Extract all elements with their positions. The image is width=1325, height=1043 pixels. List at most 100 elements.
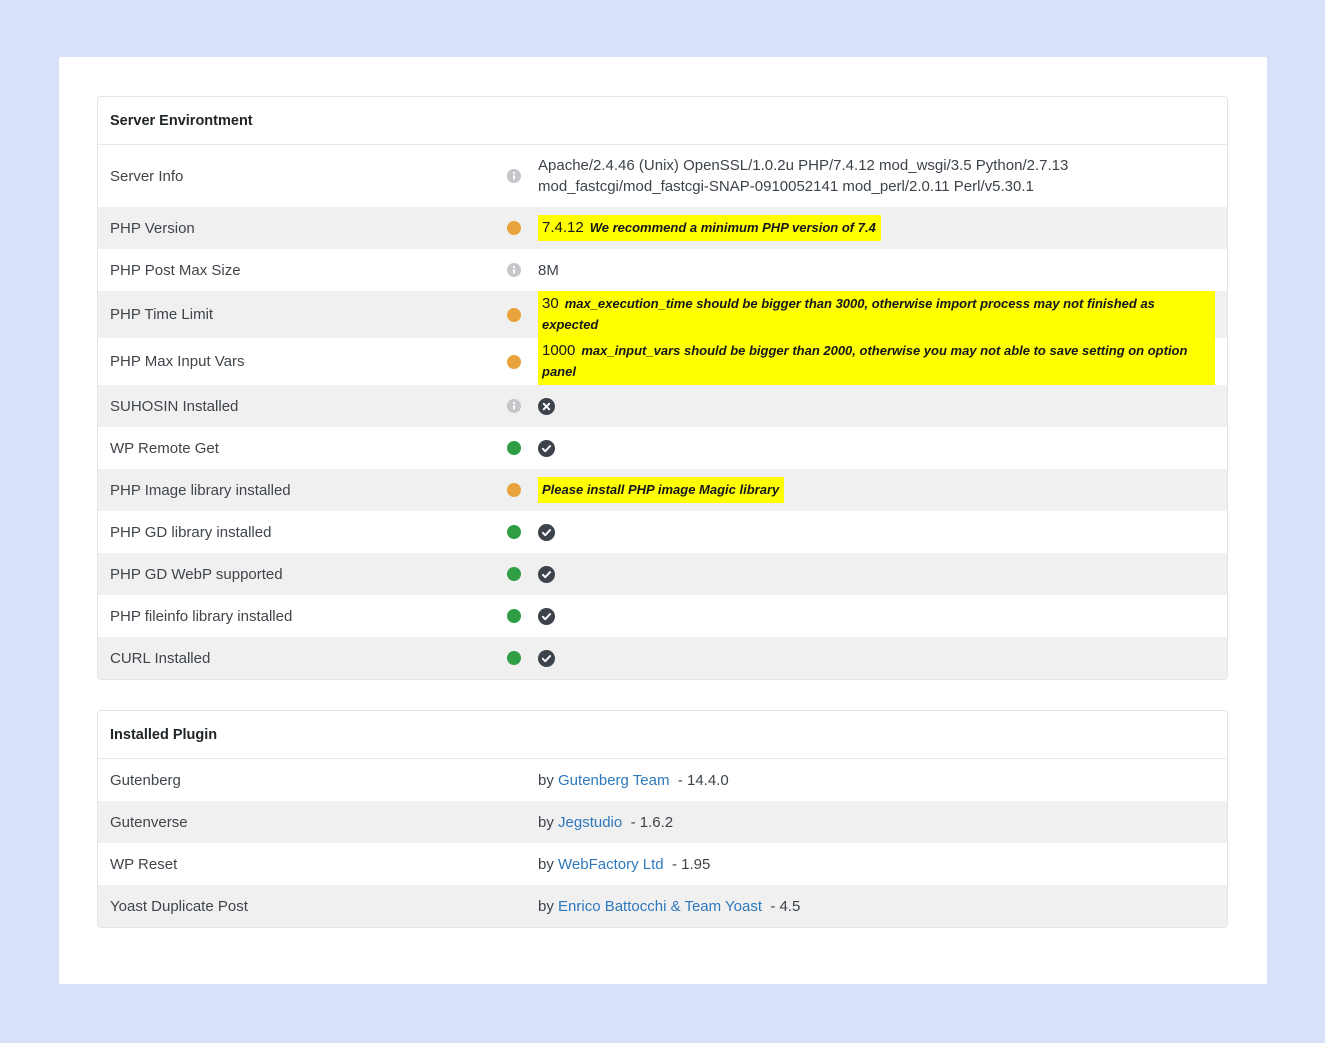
plugin-meta: by Gutenberg Team - 14.4.0 xyxy=(498,772,1227,789)
server-row-php-time-limit: PHP Time Limit 30max_execution_time shoul… xyxy=(98,291,1227,338)
value-text: 8M xyxy=(538,262,559,279)
plugin-author-link[interactable]: Gutenberg Team xyxy=(558,772,669,789)
cross-circle-icon xyxy=(538,398,1215,415)
row-value: Please install PHP image Magic library xyxy=(530,477,1227,503)
row-label: PHP GD library installed xyxy=(98,524,498,541)
server-row-server-info: Server Info Apache/2.4.46 (Unix) OpenSSL/… xyxy=(98,145,1227,207)
warning-text: We recommend a minimum PHP version of 7.… xyxy=(590,220,876,235)
ok-dot-icon xyxy=(507,609,521,623)
highlighted-warning: 1000max_input_vars should be bigger than… xyxy=(538,338,1215,385)
row-status xyxy=(498,308,530,322)
plugin-by-label: by xyxy=(538,898,554,915)
installed-plugin-rows: Gutenbergby Gutenberg Team - 14.4.0Guten… xyxy=(98,759,1227,927)
row-label: PHP Max Input Vars xyxy=(98,353,498,370)
server-row-php-gd-webp-supported: PHP GD WebP supported xyxy=(98,553,1227,595)
plugin-name: WP Reset xyxy=(98,856,498,873)
plugin-name: Gutenverse xyxy=(98,814,498,831)
value-text: 30 xyxy=(542,295,559,312)
row-value xyxy=(530,608,1227,625)
plugin-by-label: by xyxy=(538,814,554,831)
plugin-row-yoast-duplicate-post: Yoast Duplicate Postby Enrico Battocchi … xyxy=(98,885,1227,927)
plugin-by-label: by xyxy=(538,856,554,873)
value-text: Apache/2.4.46 (Unix) OpenSSL/1.0.2u PHP/… xyxy=(538,157,1068,195)
server-environment-title: Server Environtment xyxy=(98,97,1227,145)
row-status xyxy=(498,263,530,277)
warning-text: Please install PHP image Magic library xyxy=(542,482,779,497)
ok-dot-icon xyxy=(507,567,521,581)
plugin-version: - 1.95 xyxy=(664,856,711,873)
plugin-by-label: by xyxy=(538,772,554,789)
row-status xyxy=(498,221,530,235)
plugin-version: - 14.4.0 xyxy=(669,772,728,789)
row-status xyxy=(498,609,530,623)
row-status xyxy=(498,399,530,413)
plugin-row-wp-reset: WP Resetby WebFactory Ltd - 1.95 xyxy=(98,843,1227,885)
check-circle-icon xyxy=(538,524,1215,541)
row-label: PHP Time Limit xyxy=(98,306,498,323)
info-icon xyxy=(507,263,521,277)
row-label: PHP Version xyxy=(98,220,498,237)
row-label: PHP fileinfo library installed xyxy=(98,608,498,625)
row-value: 7.4.12 We recommend a minimum PHP version… xyxy=(530,215,1227,241)
plugin-version: - 4.5 xyxy=(762,898,800,915)
ok-dot-icon xyxy=(507,525,521,539)
value-text: 7.4.12 xyxy=(542,219,584,236)
warning-text: max_execution_time should be bigger than… xyxy=(542,296,1155,332)
row-value xyxy=(530,650,1227,667)
plugin-row-gutenberg: Gutenbergby Gutenberg Team - 14.4.0 xyxy=(98,759,1227,801)
ok-dot-icon xyxy=(507,441,521,455)
server-row-php-image-library-installed: PHP Image library installed Please instal… xyxy=(98,469,1227,511)
row-status xyxy=(498,567,530,581)
plugin-author-link[interactable]: WebFactory Ltd xyxy=(558,856,664,873)
row-value xyxy=(530,524,1227,541)
server-environment-panel: Server Environtment Server Info Apache/2.… xyxy=(97,96,1228,680)
warning-dot-icon xyxy=(507,308,521,322)
warning-dot-icon xyxy=(507,221,521,235)
warning-dot-icon xyxy=(507,355,521,369)
row-label: Server Info xyxy=(98,168,498,185)
plugin-row-gutenverse: Gutenverseby Jegstudio - 1.6.2 xyxy=(98,801,1227,843)
plugin-name: Gutenberg xyxy=(98,772,498,789)
server-row-suhosin-installed: SUHOSIN Installed xyxy=(98,385,1227,427)
status-card: Server Environtment Server Info Apache/2.… xyxy=(59,57,1267,984)
server-row-php-gd-library-installed: PHP GD library installed xyxy=(98,511,1227,553)
server-row-php-version: PHP Version 7.4.12 We recommend a minimum … xyxy=(98,207,1227,249)
check-circle-icon xyxy=(538,566,1215,583)
row-value: Apache/2.4.46 (Unix) OpenSSL/1.0.2u PHP/… xyxy=(530,155,1227,197)
check-circle-icon xyxy=(538,440,1215,457)
server-row-php-post-max-size: PHP Post Max Size 8M xyxy=(98,249,1227,291)
plugin-name: Yoast Duplicate Post xyxy=(98,898,498,915)
plugin-author-link[interactable]: Enrico Battocchi & Team Yoast xyxy=(558,898,762,915)
server-row-wp-remote-get: WP Remote Get xyxy=(98,427,1227,469)
row-status xyxy=(498,525,530,539)
server-row-php-fileinfo-library-installed: PHP fileinfo library installed xyxy=(98,595,1227,637)
page-background: { "colors": { "page_bg": "#d8e1fa", "car… xyxy=(0,0,1325,1043)
installed-plugin-panel: Installed Plugin Gutenbergby Gutenberg T… xyxy=(97,710,1228,928)
check-circle-icon xyxy=(538,608,1215,625)
warning-text: max_input_vars should be bigger than 200… xyxy=(542,343,1187,379)
info-icon xyxy=(507,169,521,183)
row-label: SUHOSIN Installed xyxy=(98,398,498,415)
highlighted-warning: Please install PHP image Magic library xyxy=(538,477,784,503)
plugin-meta: by WebFactory Ltd - 1.95 xyxy=(498,856,1227,873)
row-label: WP Remote Get xyxy=(98,440,498,457)
check-circle-icon xyxy=(538,650,1215,667)
row-label: PHP Post Max Size xyxy=(98,262,498,279)
plugin-author-link[interactable]: Jegstudio xyxy=(558,814,622,831)
row-label: CURL Installed xyxy=(98,650,498,667)
row-status xyxy=(498,483,530,497)
value-text: 1000 xyxy=(542,342,575,359)
ok-dot-icon xyxy=(507,651,521,665)
row-status xyxy=(498,355,530,369)
highlighted-warning: 7.4.12 We recommend a minimum PHP version… xyxy=(538,215,881,241)
row-status xyxy=(498,441,530,455)
row-status xyxy=(498,651,530,665)
plugin-meta: by Enrico Battocchi & Team Yoast - 4.5 xyxy=(498,898,1227,915)
row-value xyxy=(530,440,1227,457)
highlighted-warning: 30max_execution_time should be bigger th… xyxy=(538,291,1215,338)
row-label: PHP Image library installed xyxy=(98,482,498,499)
installed-plugin-title: Installed Plugin xyxy=(98,711,1227,759)
warning-dot-icon xyxy=(507,483,521,497)
plugin-meta: by Jegstudio - 1.6.2 xyxy=(498,814,1227,831)
row-value: 30max_execution_time should be bigger th… xyxy=(530,291,1227,338)
